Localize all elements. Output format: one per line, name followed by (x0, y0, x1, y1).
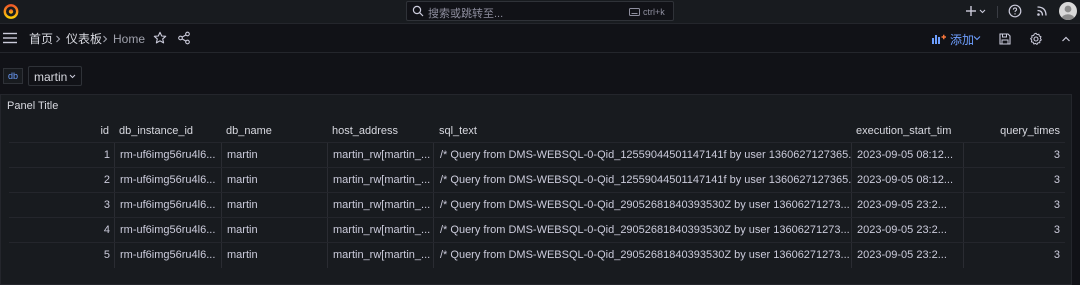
keyboard-icon (629, 8, 640, 16)
cell-query-times: 3 (963, 143, 1060, 168)
user-avatar[interactable] (1059, 2, 1077, 20)
variable-value: martin (34, 70, 68, 84)
cell-sql-text: /* Query from DMS-WEBSQL-0-Qid_125590445… (433, 143, 851, 168)
cell-id: 3 (103, 199, 110, 211)
top-bar: 搜索或跳转至... ctrl+k (0, 0, 1080, 24)
table-row[interactable]: 5 rm-uf6img56ru4l6... martin martin_rw[m… (9, 242, 1065, 268)
table-row[interactable]: 3 rm-uf6img56ru4l6... martin martin_rw[m… (9, 192, 1065, 218)
save-icon[interactable] (998, 32, 1012, 46)
column-header-execution-start-time[interactable]: execution_start_tim (856, 120, 966, 142)
cell-host-address: martin_rw[martin_... (327, 243, 433, 268)
plus-icon (966, 6, 976, 16)
cell-execution-start-time: 2023-09-05 23:2... (851, 193, 963, 218)
star-icon[interactable] (153, 31, 167, 45)
cell-db-instance-id: rm-uf6img56ru4l6... (114, 143, 222, 168)
breadcrumb-dashboards[interactable]: 仪表板 (66, 32, 102, 46)
panel-title[interactable]: Panel Title (7, 100, 58, 112)
variable-select[interactable]: martin (28, 66, 82, 86)
cell-db-name: martin (221, 218, 327, 243)
table-header: id db_instance_id db_name host_address s… (9, 120, 1065, 142)
cell-query-times: 3 (963, 168, 1060, 193)
keyboard-shortcut-hint: ctrl+k (629, 6, 674, 18)
cell-host-address: martin_rw[martin_... (327, 143, 433, 168)
cell-id: 1 (103, 149, 110, 161)
share-icon[interactable] (177, 31, 191, 45)
search-placeholder: 搜索或跳转至... (428, 8, 504, 20)
column-header-db-name[interactable]: db_name (226, 120, 326, 142)
cell-db-name: martin (221, 193, 327, 218)
cell-db-instance-id: rm-uf6img56ru4l6... (114, 243, 222, 268)
divider (997, 6, 998, 18)
table-row[interactable]: 2 rm-uf6img56ru4l6... martin martin_rw[m… (9, 167, 1065, 193)
variable-label: db (3, 68, 23, 84)
column-header-sql-text[interactable]: sql_text (439, 120, 839, 142)
cell-sql-text: /* Query from DMS-WEBSQL-0-Qid_290526818… (433, 218, 851, 243)
cell-execution-start-time: 2023-09-05 08:12... (851, 168, 963, 193)
new-menu-button[interactable] (963, 3, 989, 19)
chevron-down-icon (69, 74, 76, 79)
chevron-down-icon (973, 36, 981, 41)
cell-execution-start-time: 2023-09-05 23:2... (851, 218, 963, 243)
breadcrumb-home[interactable]: 首页 (29, 32, 53, 46)
cell-id: 2 (103, 174, 110, 186)
cell-query-times: 3 (963, 218, 1060, 243)
shortcut-text: ctrl+k (643, 7, 665, 17)
cell-db-instance-id: rm-uf6img56ru4l6... (114, 168, 222, 193)
cell-db-name: martin (221, 143, 327, 168)
cell-host-address: martin_rw[martin_... (327, 218, 433, 243)
menu-icon[interactable] (3, 32, 17, 44)
dashboard-nav-bar: 首页 仪表板 Home 添加 (0, 25, 1080, 53)
cell-execution-start-time: 2023-09-05 08:12... (851, 143, 963, 168)
cell-db-name: martin (221, 168, 327, 193)
search-icon (412, 5, 424, 17)
search-input[interactable]: 搜索或跳转至... ctrl+k (406, 1, 674, 21)
column-header-host-address[interactable]: host_address (332, 120, 432, 142)
cell-host-address: martin_rw[martin_... (327, 168, 433, 193)
cell-id: 5 (103, 249, 110, 261)
cell-execution-start-time: 2023-09-05 23:2... (851, 243, 963, 268)
help-icon[interactable] (1007, 3, 1023, 19)
cell-db-name: martin (221, 243, 327, 268)
grafana-logo-icon[interactable] (3, 3, 19, 19)
add-button[interactable]: 添加 (929, 30, 983, 47)
cell-sql-text: /* Query from DMS-WEBSQL-0-Qid_290526818… (433, 193, 851, 218)
cell-host-address: martin_rw[martin_... (327, 193, 433, 218)
add-panel-icon (932, 34, 946, 44)
cell-query-times: 3 (963, 193, 1060, 218)
table-row[interactable]: 1 rm-uf6img56ru4l6... martin martin_rw[m… (9, 142, 1065, 168)
add-button-label: 添加 (950, 33, 975, 47)
chevron-right-icon (56, 35, 61, 43)
column-header-db-instance-id[interactable]: db_instance_id (119, 120, 219, 142)
cell-sql-text: /* Query from DMS-WEBSQL-0-Qid_290526818… (433, 243, 851, 268)
cell-id: 4 (103, 224, 110, 236)
chevron-down-icon (979, 9, 986, 14)
table-row[interactable]: 4 rm-uf6img56ru4l6... martin martin_rw[m… (9, 217, 1065, 243)
chevron-up-icon[interactable] (1060, 33, 1072, 45)
cell-query-times: 3 (963, 243, 1060, 268)
news-feed-icon[interactable] (1034, 3, 1050, 19)
breadcrumb-current: Home (113, 32, 146, 46)
cell-sql-text: /* Query from DMS-WEBSQL-0-Qid_125590445… (433, 168, 851, 193)
gear-icon[interactable] (1029, 32, 1043, 46)
cell-db-instance-id: rm-uf6img56ru4l6... (114, 218, 222, 243)
table-panel: Panel Title id db_instance_id db_name ho… (0, 94, 1072, 285)
column-header-id[interactable]: id (9, 120, 109, 142)
cell-db-instance-id: rm-uf6img56ru4l6... (114, 193, 222, 218)
chevron-right-icon (103, 35, 108, 43)
column-header-query-times[interactable]: query_times (969, 120, 1060, 142)
